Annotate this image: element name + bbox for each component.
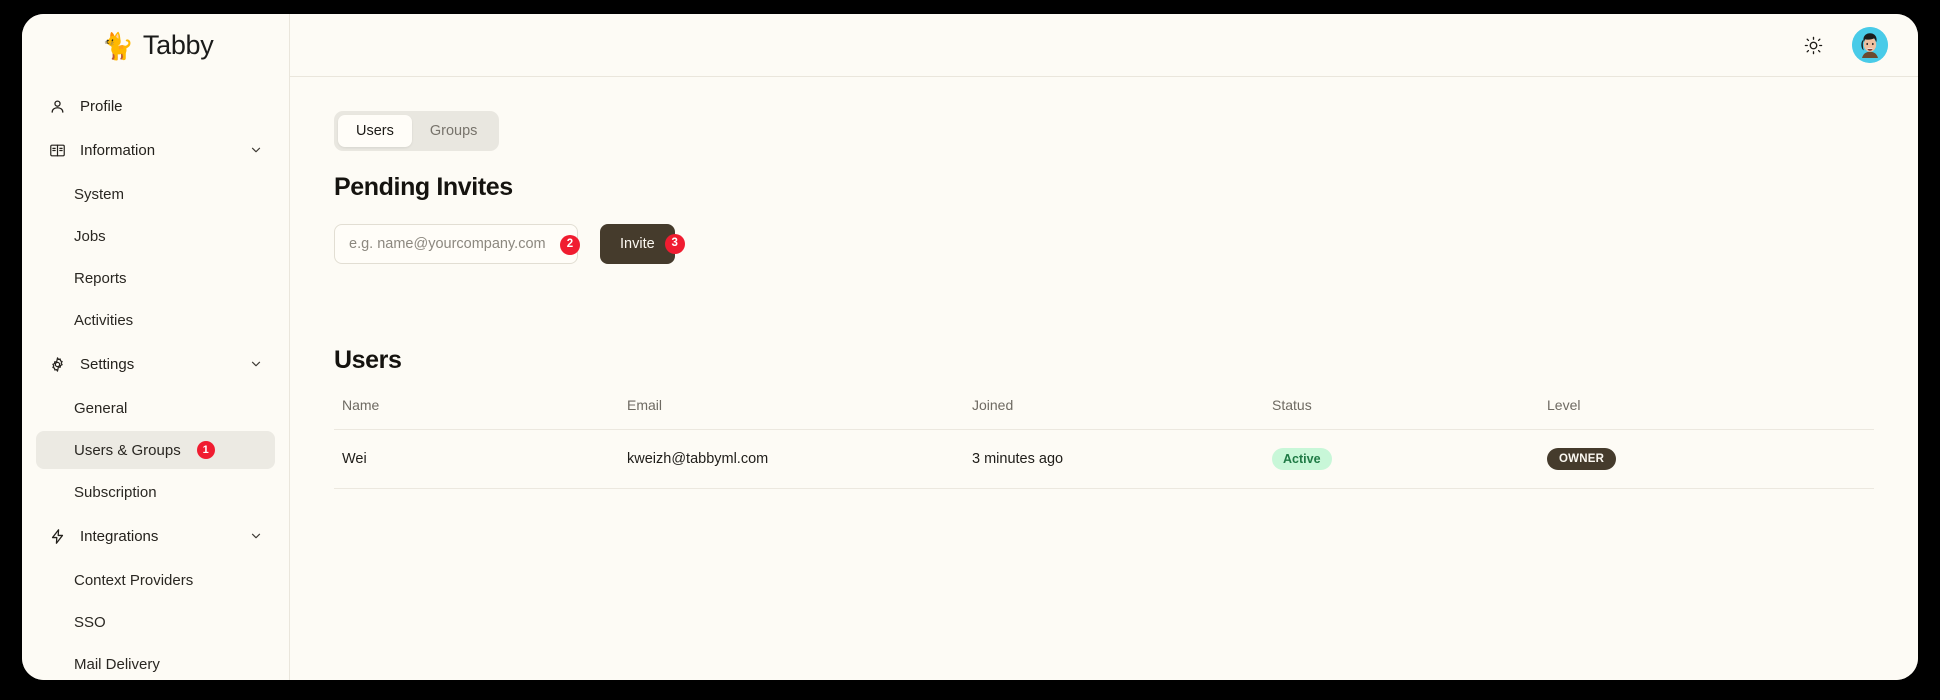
column-header-level: Level — [1539, 397, 1874, 430]
sidebar-item-label: Jobs — [74, 227, 106, 245]
sidebar-item-reports[interactable]: Reports — [36, 259, 275, 297]
table-header-row: Name Email Joined Status Level — [334, 397, 1874, 430]
sidebar-item-label: Context Providers — [74, 571, 194, 589]
cell-name: Wei — [334, 429, 619, 489]
sidebar-item-system[interactable]: System — [36, 175, 275, 213]
book-icon — [48, 141, 66, 159]
sidebar-item-label: Activities — [74, 311, 134, 329]
sidebar-item-label: General — [74, 399, 128, 417]
main-area: Users Groups Pending Invites 2 Invite 3 … — [290, 14, 1918, 680]
pending-invites-title: Pending Invites — [334, 173, 513, 201]
sidebar-item-label: SSO — [74, 613, 106, 631]
sidebar-nav: Profile Information System Jobs Reports … — [22, 77, 289, 680]
tab-users[interactable]: Users — [338, 115, 412, 147]
invite-email-input[interactable] — [334, 224, 578, 264]
chevron-down-icon — [249, 143, 263, 157]
sidebar-item-activities[interactable]: Activities — [36, 301, 275, 339]
annotation-marker-3: 3 — [664, 234, 685, 254]
sidebar-group-label: Information — [80, 141, 156, 159]
users-table: Name Email Joined Status Level Wei kweiz… — [334, 397, 1874, 489]
column-header-name: Name — [334, 397, 619, 430]
chevron-down-icon — [249, 529, 263, 543]
sidebar-group-integrations[interactable]: Integrations — [36, 517, 275, 555]
sidebar-item-sso[interactable]: SSO — [36, 603, 275, 641]
users-title: Users — [334, 346, 402, 374]
cell-level: OWNER — [1539, 429, 1874, 489]
column-header-email: Email — [619, 397, 964, 430]
sidebar-item-label: Profile — [80, 97, 123, 115]
sidebar-group-settings[interactable]: Settings — [36, 345, 275, 383]
cell-email: kweizh@tabbyml.com — [619, 429, 964, 489]
users-table-head: Name Email Joined Status Level — [334, 397, 1874, 430]
users-table-body: Wei kweizh@tabbyml.com 3 minutes ago Act… — [334, 429, 1874, 489]
sidebar-group-information[interactable]: Information — [36, 131, 275, 169]
avatar[interactable] — [1852, 27, 1888, 63]
sidebar-item-context-providers[interactable]: Context Providers — [36, 561, 275, 599]
annotation-marker-2: 2 — [560, 235, 580, 255]
brand-name: Tabby — [142, 30, 214, 60]
sidebar-item-users-and-groups[interactable]: Users & Groups 1 — [36, 431, 275, 469]
sidebar-item-label: System — [74, 185, 125, 203]
annotation-marker-1: 1 — [196, 441, 215, 459]
user-avatar-illustration — [1852, 27, 1888, 63]
sidebar-item-mail-delivery[interactable]: Mail Delivery — [36, 645, 275, 680]
sidebar-item-jobs[interactable]: Jobs — [36, 217, 275, 255]
app-window: 🐈 Tabby Profile Information System Jobs … — [22, 14, 1918, 680]
sun-icon[interactable] — [1800, 32, 1826, 58]
invite-button[interactable]: Invite 3 — [600, 224, 685, 264]
sidebar: 🐈 Tabby Profile Information System Jobs … — [22, 14, 290, 680]
sidebar-group-label: Settings — [80, 355, 135, 373]
user-icon — [48, 97, 66, 115]
sidebar-item-label: Mail Delivery — [74, 655, 160, 673]
level-badge: OWNER — [1547, 448, 1617, 470]
topbar — [290, 14, 1918, 77]
brand[interactable]: 🐈 Tabby — [22, 14, 289, 77]
cell-joined: 3 minutes ago — [964, 429, 1264, 489]
sidebar-item-label: Users & Groups — [74, 441, 181, 459]
cell-status: Active — [1264, 429, 1539, 489]
sidebar-group-label: Integrations — [80, 527, 159, 545]
chevron-down-icon — [249, 357, 263, 371]
invite-row: 2 Invite 3 — [334, 224, 1874, 264]
sidebar-item-subscription[interactable]: Subscription — [36, 473, 275, 511]
table-row[interactable]: Wei kweizh@tabbyml.com 3 minutes ago Act… — [334, 429, 1874, 489]
sidebar-item-general[interactable]: General — [36, 389, 275, 427]
sidebar-item-profile[interactable]: Profile — [36, 87, 275, 125]
column-header-status: Status — [1264, 397, 1539, 430]
users-groups-tabs: Users Groups — [334, 111, 500, 151]
status-badge: Active — [1272, 448, 1332, 470]
tab-groups[interactable]: Groups — [412, 115, 496, 147]
sidebar-item-label: Subscription — [74, 483, 157, 501]
sidebar-item-label: Reports — [74, 269, 127, 287]
tabby-cat-logo-icon: 🐈 — [101, 30, 134, 61]
bolt-icon — [48, 527, 66, 545]
content-area: Users Groups Pending Invites 2 Invite 3 … — [290, 77, 1918, 680]
invite-button-label: Invite — [620, 236, 655, 252]
invite-input-wrapper: 2 — [334, 224, 580, 264]
column-header-joined: Joined — [964, 397, 1264, 430]
gear-icon — [48, 355, 66, 373]
